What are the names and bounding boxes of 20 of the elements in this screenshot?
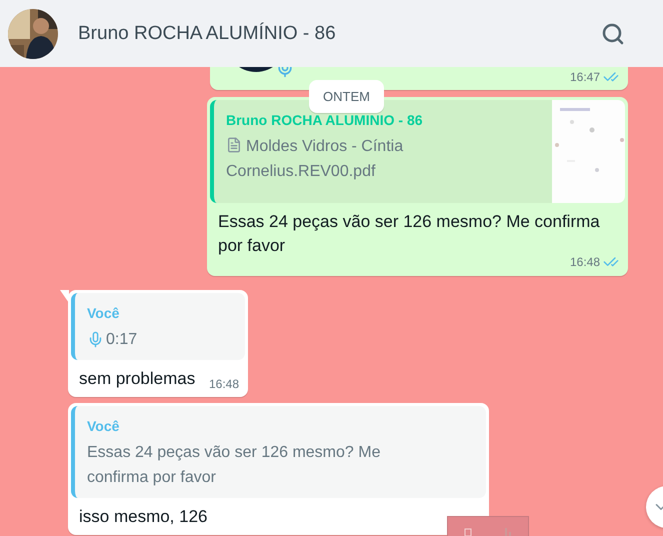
quoted-author: Bruno ROCHA ALUMINIO - 86 bbox=[226, 112, 424, 128]
quoted-file-name: Moldes Vidros - Cíntia Cornelius.REV00.pdf bbox=[226, 136, 404, 182]
quoted-author: Você bbox=[87, 305, 120, 321]
document-icon bbox=[226, 137, 242, 153]
microphone-icon bbox=[87, 331, 104, 348]
quoted-author: Você bbox=[87, 418, 120, 434]
message-text: sem problemas bbox=[79, 368, 196, 390]
message-time: 16:48 bbox=[570, 255, 600, 269]
quoted-message: Essas 24 peças vão ser 126 mesmo? Me confirma por favor bbox=[87, 443, 382, 488]
contact-name: Bruno ROCHA ALUMÍNIO - 86 bbox=[78, 22, 337, 44]
quoted-message-card[interactable]: Você 0:17 bbox=[71, 293, 245, 360]
message-text: isso mesmo, 126 bbox=[79, 506, 208, 528]
quoted-message-card[interactable]: Você Essas 24 peças vão ser 126 mesmo? Me confirma por favor bbox=[71, 406, 486, 498]
message-text: Essas 24 peças vão ser 126 mesmo? Me confirma por favor bbox=[218, 211, 601, 257]
audio-duration: 0:17 bbox=[106, 330, 138, 350]
quoted-message-card[interactable]: Bruno ROCHA ALUMINIO - 86 Moldes Vidros - Cíntia Cornelius.REV00.pdf bbox=[210, 100, 625, 203]
message-time: 16:47 bbox=[570, 70, 600, 84]
date-label: ONTEM bbox=[309, 80, 384, 113]
search-button[interactable] bbox=[601, 22, 625, 46]
message-time: 16:48 bbox=[208, 377, 239, 391]
